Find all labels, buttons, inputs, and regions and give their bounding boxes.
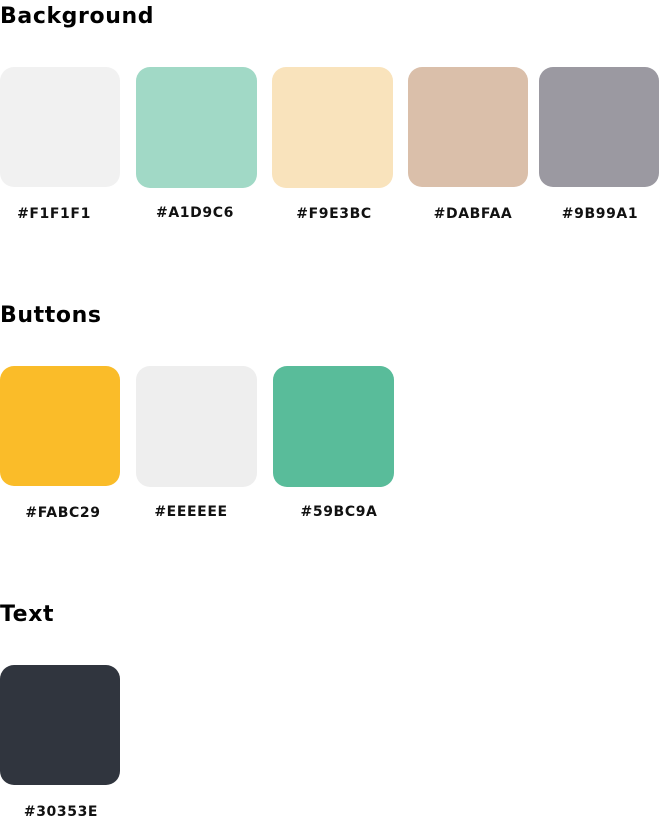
- hex-label-background-4: #DABFAA: [433, 206, 513, 222]
- swatch-buttons-2: [136, 366, 257, 487]
- hex-label-buttons-2: #EEEEEE: [154, 504, 228, 520]
- swatch-background-4: [408, 67, 528, 187]
- hex-label-background-2: #A1D9C6: [156, 205, 234, 221]
- hex-label-buttons-1: #FABC29: [25, 505, 101, 521]
- hex-label-buttons-3: #59BC9A: [300, 504, 378, 520]
- swatch-background-2: [136, 67, 257, 188]
- hex-label-background-5: #9B99A1: [561, 206, 639, 222]
- swatch-background-3: [272, 67, 393, 188]
- section-title-text: Text: [0, 602, 55, 627]
- swatch-background-1: [0, 67, 120, 187]
- hex-label-text-1: #30353E: [23, 804, 99, 820]
- swatch-background-5: [539, 67, 659, 187]
- section-title-buttons: Buttons: [0, 303, 102, 328]
- hex-label-background-3: #F9E3BC: [296, 206, 372, 222]
- section-title-background: Background: [0, 4, 155, 29]
- swatch-text-1: [0, 665, 120, 785]
- swatch-buttons-3: [273, 366, 394, 487]
- hex-label-background-1: #F1F1F1: [17, 206, 91, 222]
- swatch-buttons-1: [0, 366, 120, 486]
